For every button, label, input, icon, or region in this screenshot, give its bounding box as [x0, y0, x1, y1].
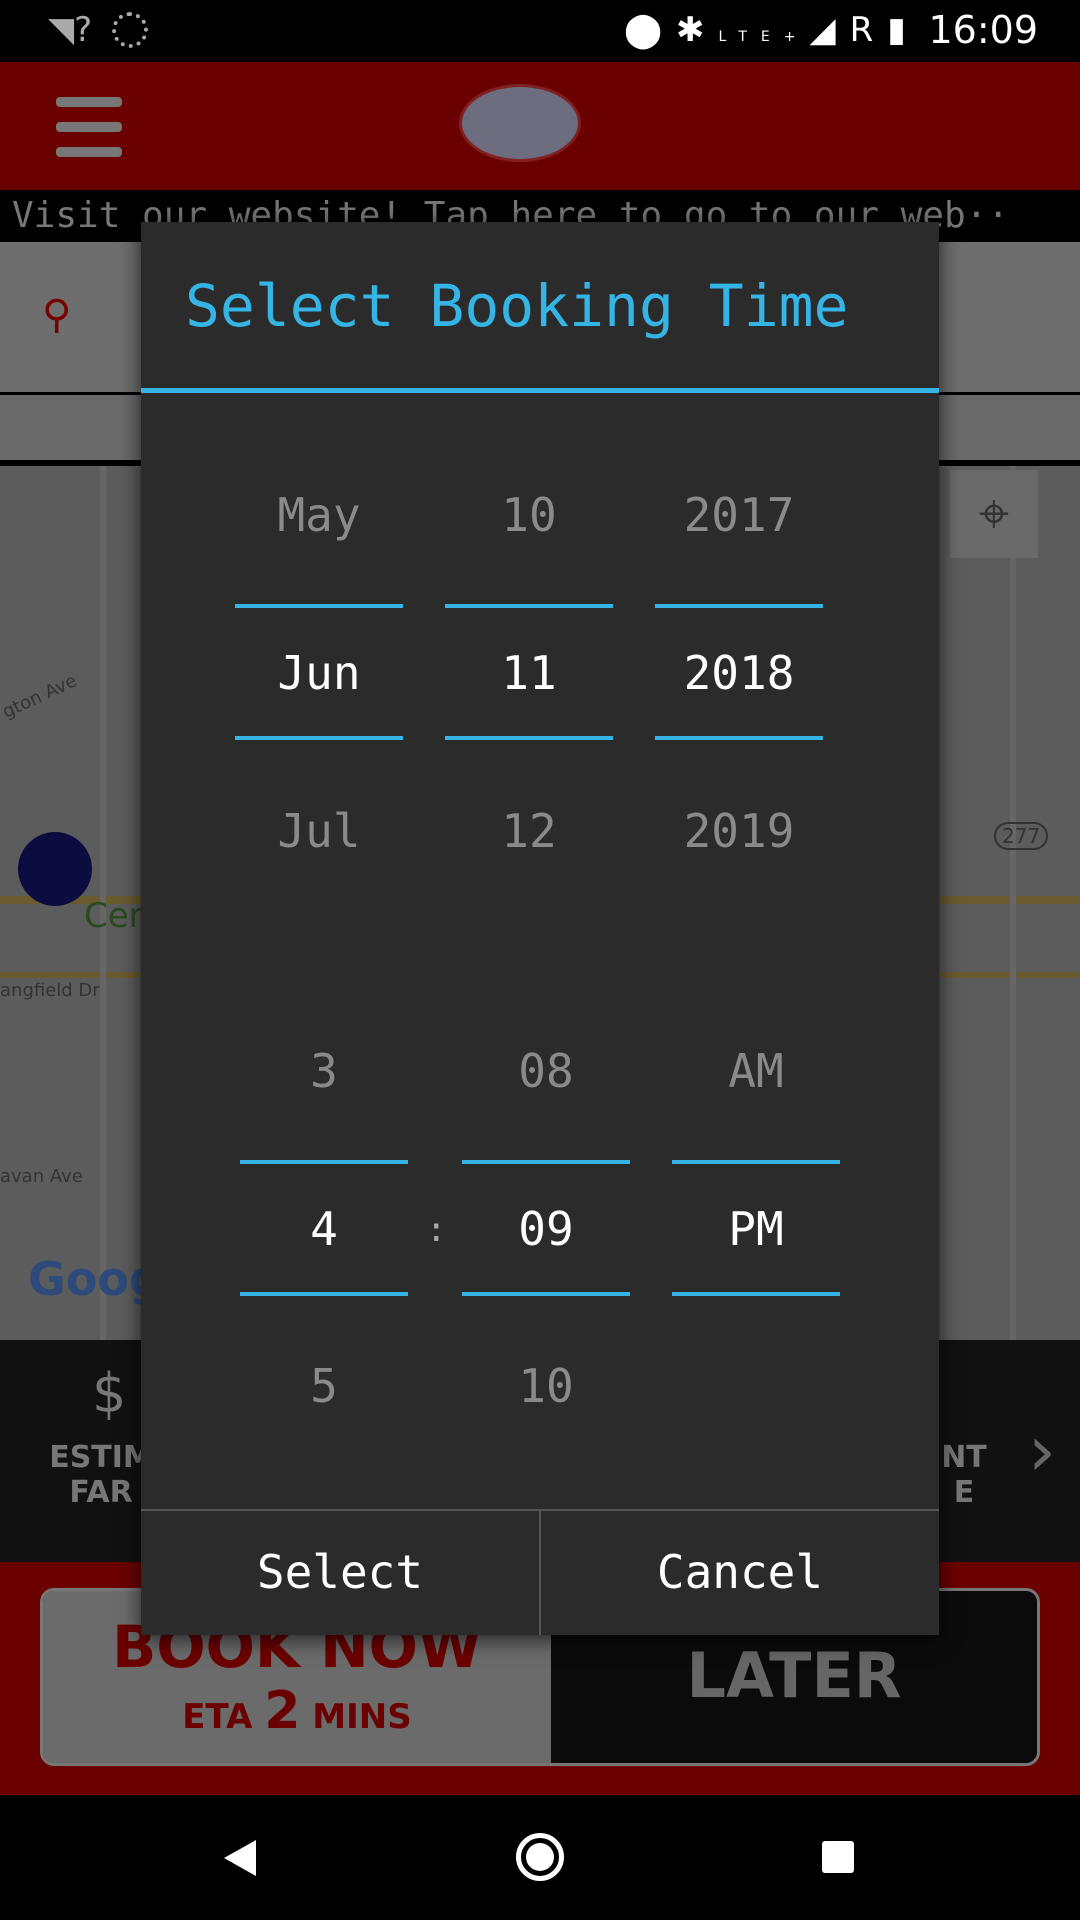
- cancel-button[interactable]: Cancel: [539, 1511, 939, 1635]
- minute-next[interactable]: 10: [462, 1359, 630, 1413]
- hour-prev[interactable]: 3: [240, 1044, 408, 1098]
- ampm-prev[interactable]: AM: [672, 1044, 840, 1098]
- signal-icon: ◢: [809, 10, 850, 50]
- chevron-right-icon[interactable]: ›: [1028, 1410, 1056, 1492]
- divider: [672, 1160, 840, 1164]
- roaming-indicator: R: [849, 10, 888, 50]
- year-next[interactable]: 2019: [655, 804, 823, 858]
- estimate-fare-icon[interactable]: $: [92, 1362, 126, 1425]
- title-divider: [141, 388, 939, 393]
- divider: [445, 604, 613, 608]
- eta-value: 2: [264, 1681, 301, 1741]
- tool-label: E: [953, 1475, 975, 1510]
- divider: [462, 1292, 630, 1296]
- divider: [235, 736, 403, 740]
- navigation-bar: [0, 1795, 1080, 1920]
- month-prev[interactable]: May: [235, 488, 403, 542]
- hour-selected[interactable]: 4: [240, 1202, 408, 1256]
- sync-icon: [112, 12, 148, 48]
- dialog-buttons: Select Cancel: [141, 1509, 939, 1635]
- tool-label: NT: [941, 1440, 987, 1475]
- wifi-unknown-icon: ◥?: [48, 10, 93, 50]
- year-selected[interactable]: 2018: [655, 646, 823, 700]
- minute-prev[interactable]: 08: [462, 1044, 630, 1098]
- location-icon: ⬤: [623, 10, 676, 50]
- divider: [462, 1160, 630, 1164]
- highway-shield: 277: [994, 822, 1049, 850]
- payment-button[interactable]: NT E: [939, 1440, 989, 1510]
- back-icon[interactable]: [224, 1840, 256, 1876]
- divider: [655, 604, 823, 608]
- year-prev[interactable]: 2017: [655, 488, 823, 542]
- clock: 16:09: [928, 8, 1038, 52]
- divider: [655, 736, 823, 740]
- day-next[interactable]: 12: [445, 804, 613, 858]
- my-location-icon[interactable]: ⌖: [950, 470, 1038, 558]
- month-next[interactable]: Jul: [235, 804, 403, 858]
- network-type: LTE+: [718, 29, 810, 45]
- battery-charging-icon: ▮: [887, 10, 920, 50]
- divider: [445, 736, 613, 740]
- hamburger-menu-icon[interactable]: [56, 97, 122, 157]
- bluetooth-icon: ✱: [676, 10, 719, 50]
- taxi-car-icon[interactable]: [18, 832, 92, 906]
- day-selected[interactable]: 11: [445, 646, 613, 700]
- eta-unit: MINS: [312, 1697, 412, 1737]
- street-label: avan Ave: [0, 1166, 83, 1187]
- hour-next[interactable]: 5: [240, 1359, 408, 1413]
- time-separator: :: [426, 1210, 447, 1250]
- ampm-selected[interactable]: PM: [672, 1202, 840, 1256]
- dialog-title: Select Booking Time: [185, 272, 849, 340]
- month-selected[interactable]: Jun: [235, 646, 403, 700]
- app-header: [0, 62, 1080, 190]
- estimate-label: ESTIM: [49, 1440, 153, 1475]
- status-bar: ◥? ⬤✱LTE+◢R▮ 16:09: [0, 0, 1080, 62]
- search-icon[interactable]: ⚲: [42, 292, 71, 338]
- divider: [240, 1160, 408, 1164]
- logo: [459, 84, 581, 162]
- status-icons: ⬤✱LTE+◢R▮: [624, 10, 920, 50]
- booking-time-dialog: Select Booking Time May Jun Jul 10 11 12…: [141, 222, 939, 1635]
- divider: [235, 604, 403, 608]
- divider: [240, 1292, 408, 1296]
- street-label: angfield Dr: [0, 980, 100, 1001]
- street-label: gton Ave: [0, 670, 81, 723]
- recents-icon[interactable]: [822, 1841, 854, 1873]
- select-button[interactable]: Select: [141, 1511, 539, 1635]
- home-icon[interactable]: [516, 1833, 564, 1881]
- minute-selected[interactable]: 09: [462, 1202, 630, 1256]
- divider: [672, 1292, 840, 1296]
- estimate-fare-button[interactable]: ESTIM FAR: [46, 1440, 156, 1510]
- fare-label: FAR: [69, 1475, 133, 1510]
- eta-prefix: ETA: [182, 1697, 253, 1737]
- day-prev[interactable]: 10: [445, 488, 613, 542]
